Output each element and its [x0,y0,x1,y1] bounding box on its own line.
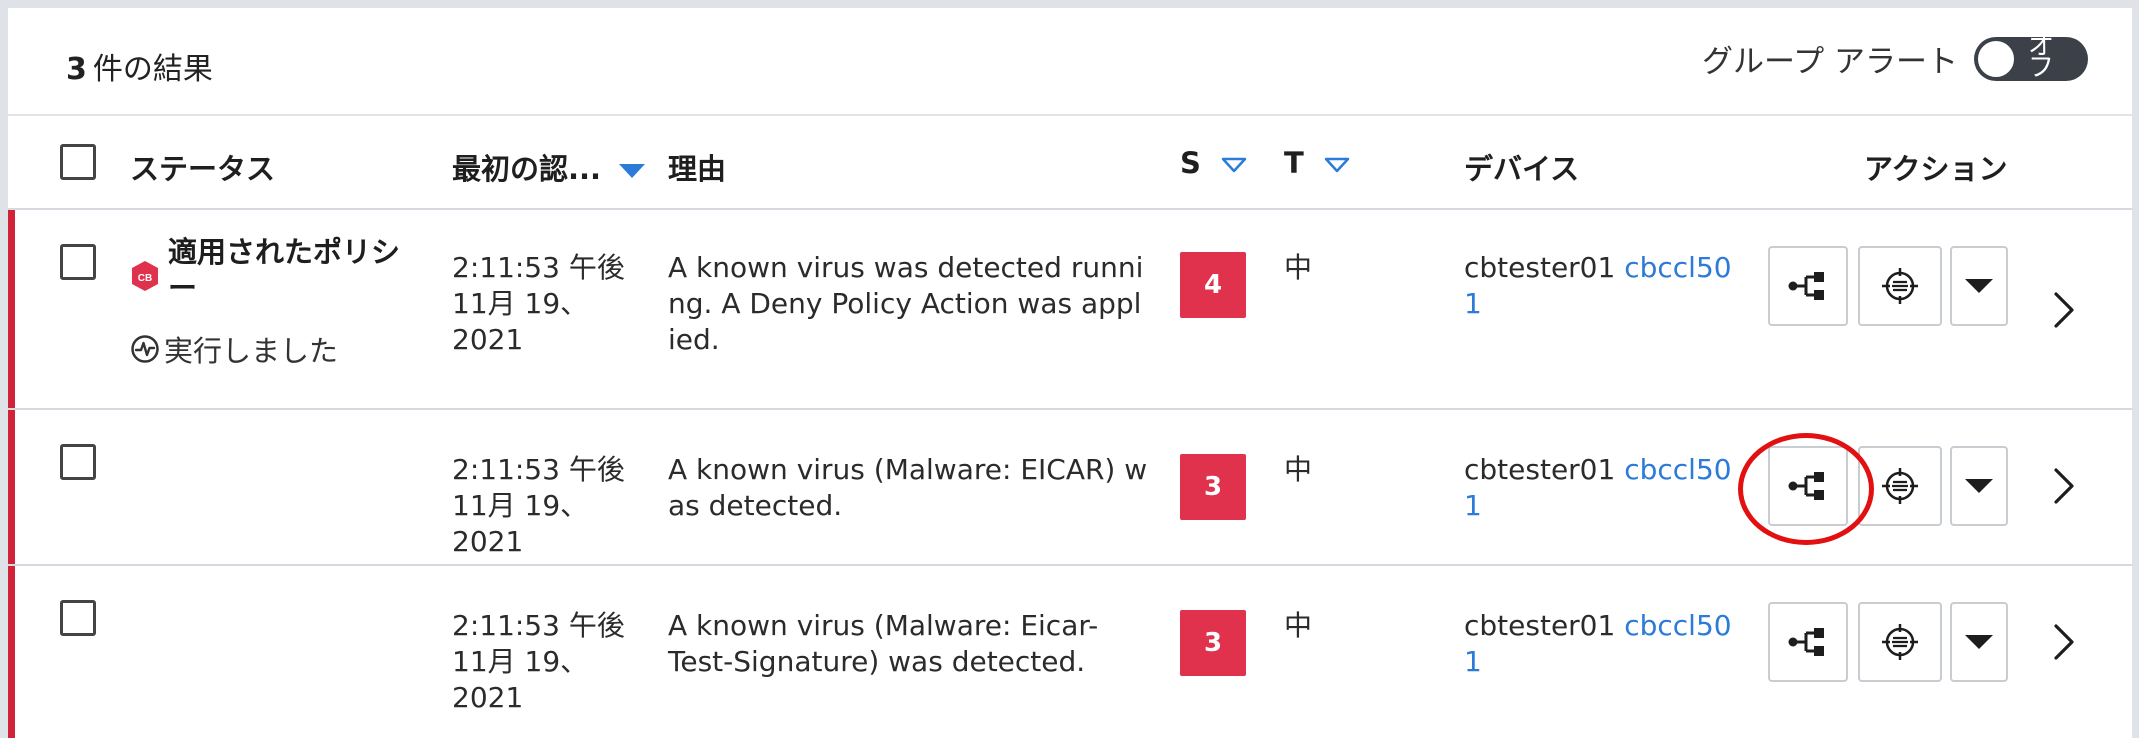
svg-text:CB: CB [138,273,152,284]
column-header-actions: アクション [1864,152,2008,186]
investigate-button[interactable] [1858,446,1942,526]
investigate-target-icon [1882,624,1918,660]
threat-cell: 中 [1284,453,1313,486]
severity-badge: 3 [1180,610,1246,676]
process-tree-button[interactable] [1768,446,1848,526]
column-header-first-seen-label: 最初の認... [452,152,602,186]
chevron-down-icon [1965,479,1993,493]
alert-severity-bar [8,410,15,564]
sort-toggle-icon [1221,157,1247,173]
column-header-severity[interactable]: S [1180,146,1247,180]
first-seen-date: 11月 19、2021 [452,287,589,356]
group-alert-toggle[interactable]: オフ [1974,30,2088,83]
actions-dropdown-button[interactable] [1950,246,2008,326]
results-suffix: 件の結果 [92,52,213,87]
first-seen-date: 11月 19、2021 [452,489,589,558]
device-user: cbtester01 [1464,453,1616,486]
investigate-button[interactable] [1858,602,1942,682]
process-tree-button[interactable] [1768,246,1848,326]
toggle-state-label: オフ [2028,30,2055,83]
reason-cell: A known virus (Malware: Eicar-Test-Signa… [668,609,1099,678]
row-checkbox[interactable] [60,600,96,636]
select-all-checkbox[interactable] [60,144,96,180]
actions-dropdown-button[interactable] [1950,602,2008,682]
table-header: ステータス 最初の認... 理由 S T デバイス アクション [8,116,2132,210]
process-tree-button[interactable] [1768,602,1848,682]
group-alert-label: グループ アラート [1702,44,1958,80]
results-number: 3 [66,52,87,87]
chevron-down-icon [1965,279,1993,293]
process-tree-icon [1788,628,1824,656]
reason-cell: A known virus (Malware: EICAR) was detec… [668,453,1148,522]
chevron-right-icon[interactable] [2048,622,2078,662]
cb-policy-icon: CB [132,261,158,291]
results-count: 3 件の結果 [66,44,213,88]
investigate-target-icon [1882,468,1918,504]
threat-cell: 中 [1284,609,1313,642]
table-row[interactable]: 2:11:53 午後 11月 19、2021 A known virus (Ma… [8,566,2132,738]
first-seen-cell: 2:11:53 午後 11月 19、2021 [452,250,652,358]
sort-toggle-icon [1324,157,1350,173]
device-cell: cbtester01 cbccl501 [1464,452,1734,524]
chevron-down-icon [1965,635,1993,649]
status-executed-label: 実行しました [164,334,339,368]
alert-severity-bar [8,210,15,408]
first-seen-cell: 2:11:53 午後 11月 19、2021 [452,452,652,560]
results-toolbar: 3 件の結果 グループ アラート オフ [8,8,2132,116]
alerts-panel: 3 件の結果 グループ アラート オフ ステータス 最初の認... 理由 S T … [8,8,2132,738]
device-user: cbtester01 [1464,251,1616,284]
column-header-threat[interactable]: T [1284,146,1350,180]
column-header-threat-label: T [1284,146,1304,180]
column-header-reason[interactable]: 理由 [668,146,726,188]
actions-dropdown-button[interactable] [1950,446,2008,526]
chevron-right-icon[interactable] [2048,290,2078,330]
alert-severity-bar [8,566,15,738]
first-seen-time: 2:11:53 午後 [452,251,625,284]
row-checkbox[interactable] [60,244,96,280]
column-header-severity-label: S [1180,146,1201,180]
column-header-first-seen[interactable]: 最初の認... [452,146,646,188]
activity-icon [131,335,159,363]
investigate-target-icon [1882,268,1918,304]
first-seen-date: 11月 19、2021 [452,645,589,714]
severity-badge: 4 [1180,252,1246,318]
process-tree-icon [1788,272,1824,300]
group-alert-control: グループ アラート オフ [1702,30,2088,83]
device-cell: cbtester01 cbccl501 [1464,608,1734,680]
first-seen-cell: 2:11:53 午後 11月 19、2021 [452,608,652,716]
chevron-right-icon[interactable] [2048,466,2078,506]
row-checkbox[interactable] [60,444,96,480]
device-user: cbtester01 [1464,609,1616,642]
reason-cell: A known virus was detected running. A De… [668,251,1144,356]
sort-descending-icon [619,164,646,178]
threat-cell: 中 [1284,251,1313,284]
investigate-button[interactable] [1858,246,1942,326]
status-executed: 実行しました [130,328,338,370]
first-seen-time: 2:11:53 午後 [452,453,625,486]
process-tree-icon [1788,472,1824,500]
table-row[interactable]: CB 適用されたポリシー 実行しました 2:11:53 午後 11月 19、20… [8,210,2132,410]
toggle-knob [1976,38,2016,79]
column-header-device[interactable]: デバイス [1464,146,1579,188]
severity-badge: 3 [1180,454,1246,520]
table-row[interactable]: 2:11:53 午後 11月 19、2021 A known virus (Ma… [8,410,2132,566]
status-policy-applied: 適用されたポリシー [168,235,401,305]
first-seen-time: 2:11:53 午後 [452,609,625,642]
column-header-status[interactable]: ステータス [130,146,275,188]
device-cell: cbtester01 cbccl501 [1464,250,1734,322]
